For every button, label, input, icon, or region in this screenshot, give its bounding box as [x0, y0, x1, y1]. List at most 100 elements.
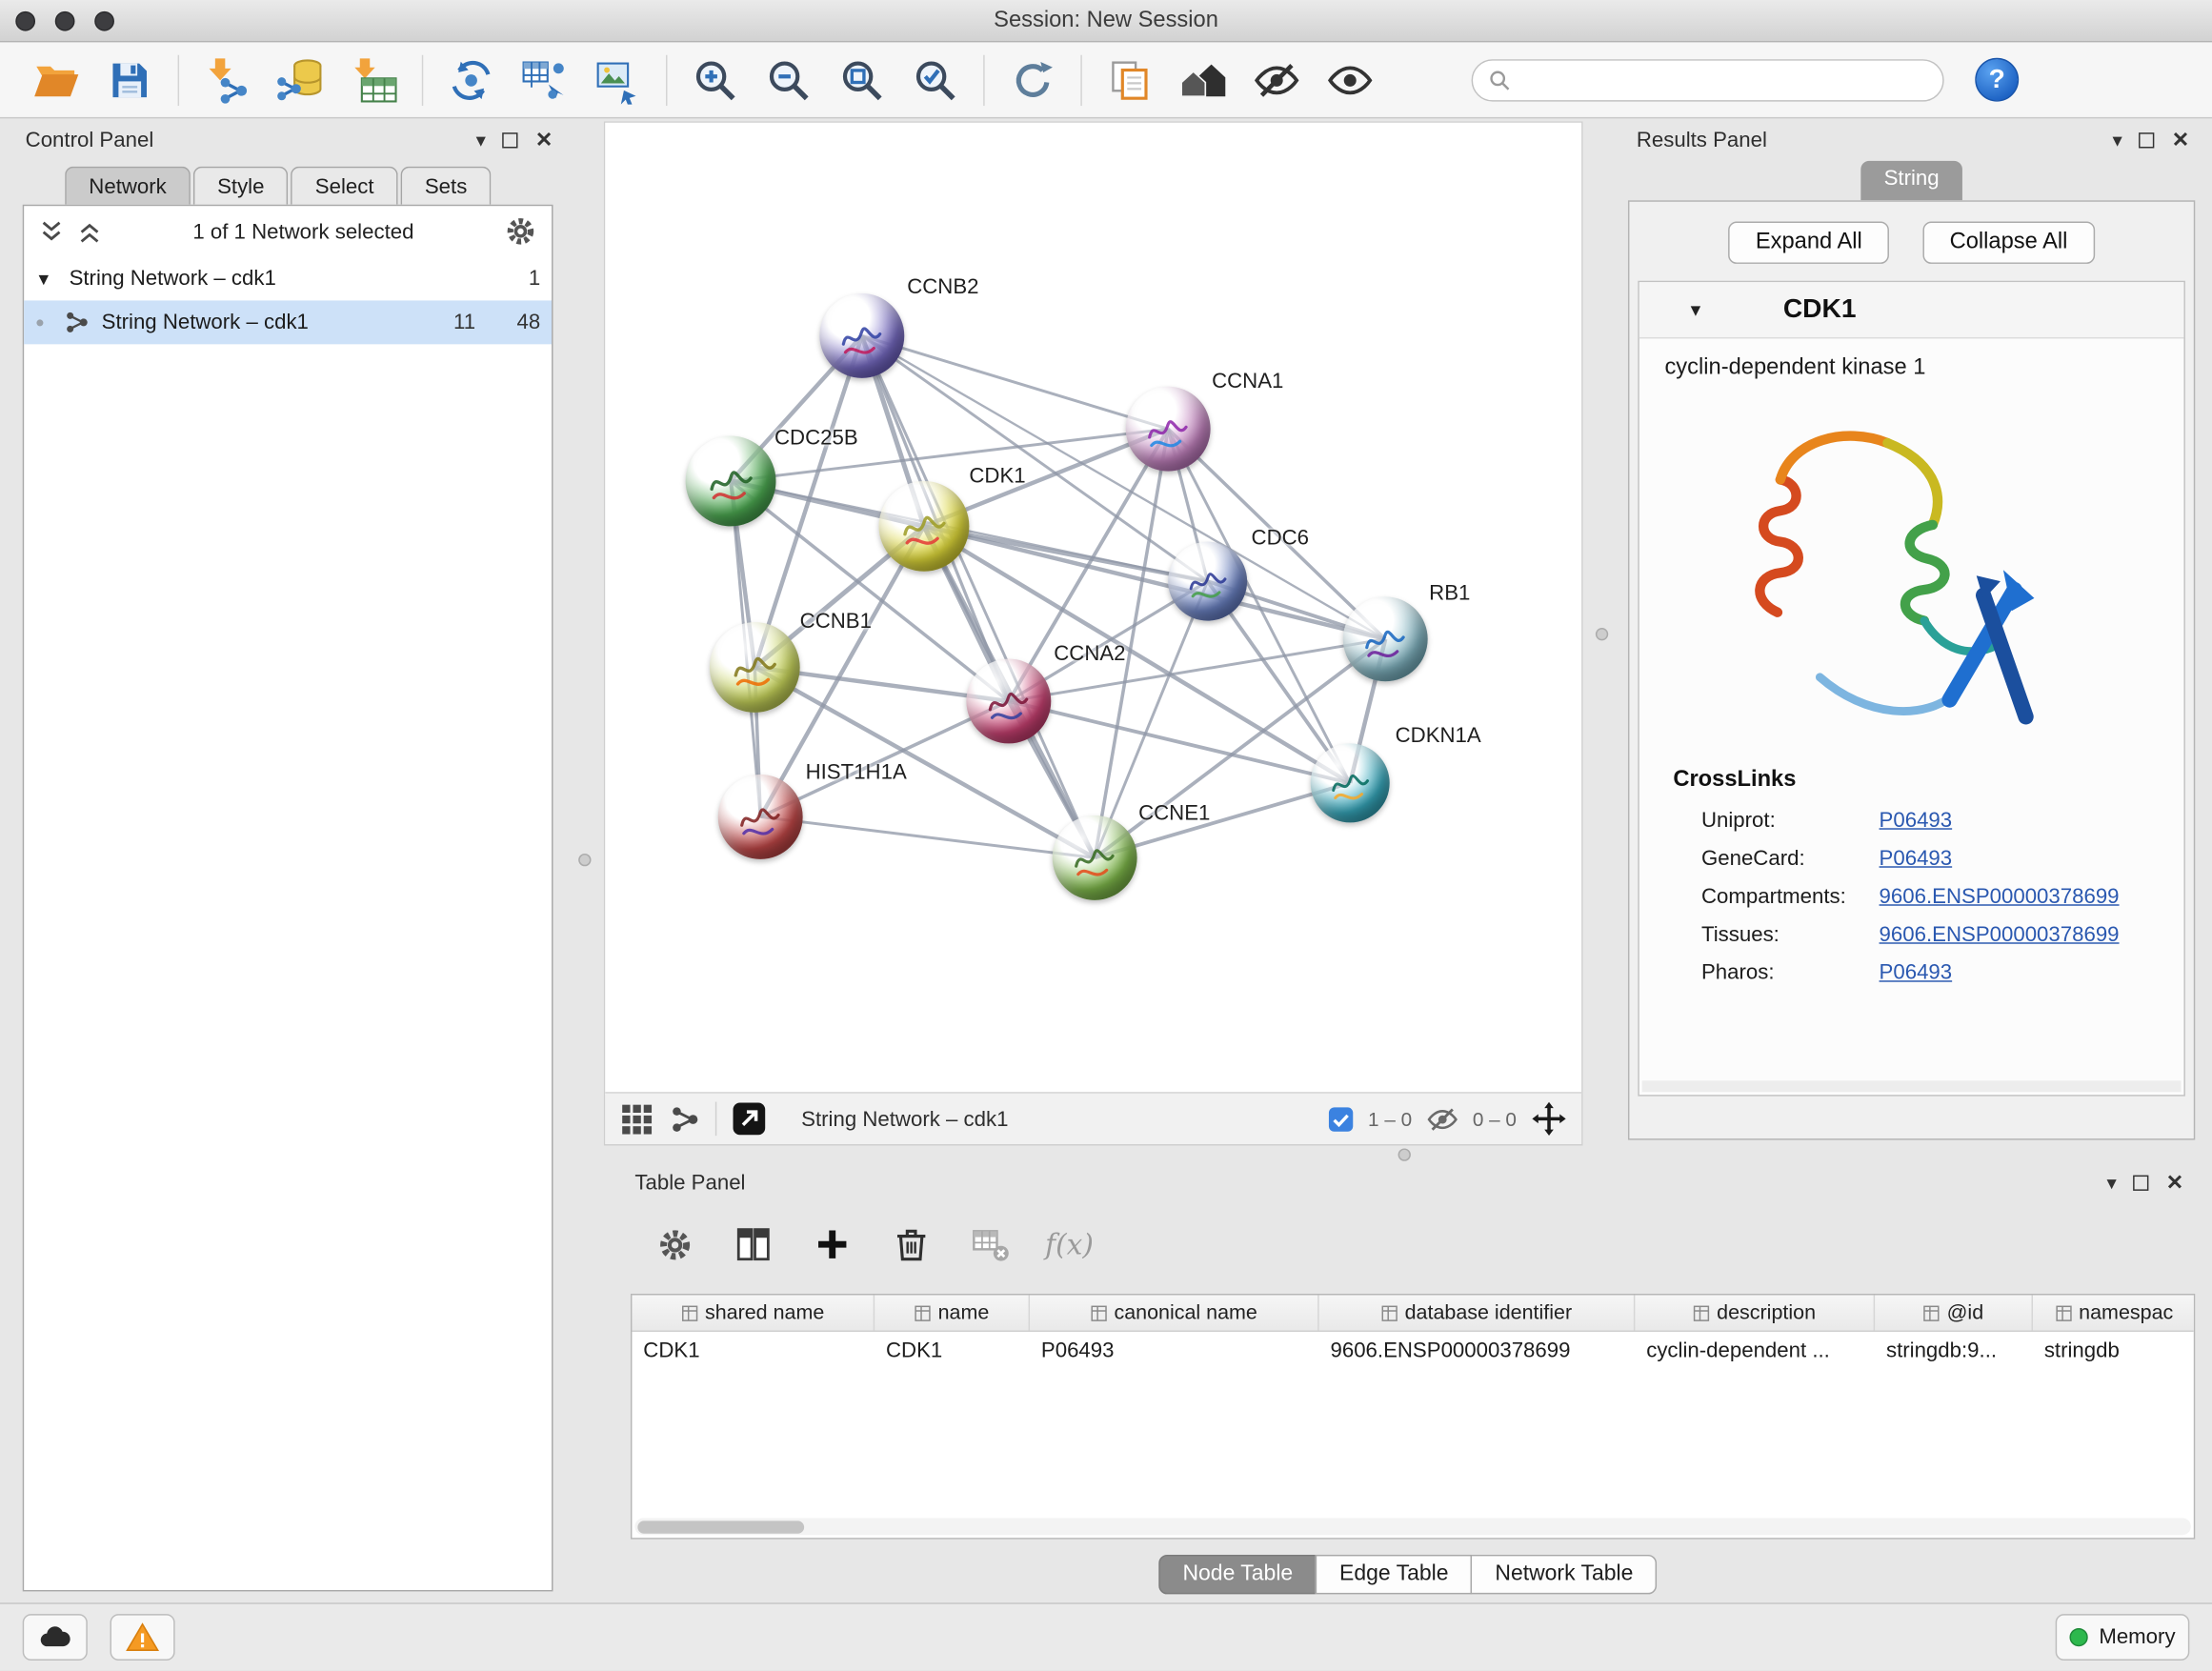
table-cell[interactable]: P06493: [1030, 1339, 1319, 1362]
zoom-selected-icon: [912, 55, 959, 103]
duplicate-document-button[interactable]: [1094, 48, 1167, 112]
apply-layout-button[interactable]: [996, 48, 1070, 112]
column-header-canonical-name[interactable]: canonical name: [1030, 1295, 1319, 1330]
import-network-file-button[interactable]: [191, 48, 264, 112]
table-cell[interactable]: cyclin-dependent ...: [1635, 1339, 1875, 1362]
table-cell[interactable]: CDK1: [875, 1339, 1030, 1362]
open-session-button[interactable]: [20, 48, 93, 112]
collapse-entry-icon[interactable]: ▼: [1687, 300, 1710, 320]
collapse-panel-icon[interactable]: ▾: [476, 130, 486, 150]
network-from-table-button[interactable]: [508, 48, 581, 112]
tab-network-table[interactable]: Network Table: [1471, 1555, 1657, 1594]
crosslink-link-tissues[interactable]: 9606.ENSP00000378699: [1880, 923, 2120, 947]
zoom-out-button[interactable]: [752, 48, 825, 112]
column-header-database-identifier[interactable]: database identifier: [1319, 1295, 1636, 1330]
tab-select[interactable]: Select: [292, 167, 398, 205]
selected-checkbox-icon[interactable]: [1327, 1105, 1354, 1132]
add-column-button[interactable]: [804, 1217, 860, 1273]
delete-table-button[interactable]: [962, 1217, 1018, 1273]
crosslinks-list: Uniprot:P06493GeneCard:P06493Compartment…: [1639, 801, 2184, 992]
birdseye-grid-icon[interactable]: [619, 1101, 654, 1137]
images-off-button[interactable]: [1240, 48, 1314, 112]
close-panel-icon[interactable]: ✕: [2166, 1172, 2184, 1193]
zoom-in-button[interactable]: [678, 48, 752, 112]
vertical-splitter-handle[interactable]: [578, 854, 591, 866]
crosslink-link-compartments[interactable]: 9606.ENSP00000378699: [1880, 885, 2120, 909]
collapse-panel-icon[interactable]: ▾: [2107, 1173, 2117, 1193]
tab-node-table[interactable]: Node Table: [1158, 1555, 1317, 1594]
expand-all-button[interactable]: Expand All: [1729, 222, 1889, 264]
zoom-fit-button[interactable]: [825, 48, 898, 112]
crosslink-link-genecard[interactable]: P06493: [1880, 847, 1953, 871]
column-header-name[interactable]: name: [875, 1295, 1030, 1330]
hidden-eye-off-icon[interactable]: [1426, 1102, 1458, 1135]
vertical-splitter-handle[interactable]: [1596, 628, 1608, 640]
table-cell[interactable]: 9606.ENSP00000378699: [1319, 1339, 1636, 1362]
table-cell[interactable]: stringdb:9...: [1875, 1339, 2033, 1362]
table-cell[interactable]: CDK1: [632, 1339, 875, 1362]
zoom-selected-button[interactable]: [898, 48, 972, 112]
gear-icon[interactable]: [504, 214, 538, 249]
search-input[interactable]: [1520, 68, 1928, 91]
close-panel-icon[interactable]: ✕: [2172, 130, 2190, 151]
pan-move-icon[interactable]: [1531, 1100, 1568, 1137]
tab-network[interactable]: Network: [65, 167, 191, 205]
network-node-ccnb2[interactable]: [819, 293, 904, 378]
tab-sets[interactable]: Sets: [401, 167, 492, 205]
scrollbar-thumb[interactable]: [637, 1520, 804, 1533]
export-network-image-button[interactable]: [581, 48, 654, 112]
network-node-label: CCNB1: [800, 610, 872, 634]
function-builder-button[interactable]: f(x): [1041, 1217, 1097, 1273]
cloud-button[interactable]: [23, 1614, 88, 1661]
network-collection-row[interactable]: ▼ String Network – cdk1 1: [24, 257, 552, 301]
protein-entry-header[interactable]: ▼ CDK1: [1639, 282, 2184, 338]
network-node-cdc6[interactable]: [1168, 542, 1247, 621]
memory-button[interactable]: Memory: [2055, 1614, 2189, 1661]
network-node-hist1h1a[interactable]: [718, 775, 803, 859]
network-node-ccnb1[interactable]: [710, 622, 800, 713]
column-header-id[interactable]: @id: [1875, 1295, 2033, 1330]
network-node-cdc25b[interactable]: [686, 436, 776, 527]
save-session-button[interactable]: [93, 48, 167, 112]
column-header-description[interactable]: description: [1635, 1295, 1875, 1330]
table-cell[interactable]: stringdb: [2033, 1339, 2195, 1362]
network-node-ccna1[interactable]: [1126, 387, 1211, 472]
float-panel-icon[interactable]: [503, 131, 518, 147]
close-panel-icon[interactable]: ✕: [535, 130, 553, 151]
warnings-button[interactable]: [111, 1614, 175, 1661]
column-header-shared-name[interactable]: shared name: [632, 1295, 875, 1330]
open-in-new-icon[interactable]: [731, 1100, 768, 1137]
column-header-namespac[interactable]: namespac: [2033, 1295, 2195, 1330]
results-scrollbar[interactable]: [1642, 1080, 2182, 1092]
expand-all-chevrons-icon[interactable]: [38, 218, 65, 245]
delete-column-button[interactable]: [883, 1217, 939, 1273]
network-node-ccne1[interactable]: [1053, 815, 1137, 900]
help-button[interactable]: ?: [1975, 58, 2019, 102]
tab-string[interactable]: String: [1861, 161, 1961, 200]
share-network-icon[interactable]: [669, 1102, 701, 1135]
tab-style[interactable]: Style: [193, 167, 289, 205]
collapse-panel-icon[interactable]: ▾: [2112, 130, 2122, 150]
network-row[interactable]: ● String Network – cdk1 11 48: [24, 300, 552, 344]
import-network-database-button[interactable]: [264, 48, 337, 112]
table-settings-button[interactable]: [646, 1217, 702, 1273]
tree-expand-icon[interactable]: ▼: [35, 269, 58, 289]
tab-edge-table[interactable]: Edge Table: [1316, 1555, 1473, 1594]
images-on-button[interactable]: [1314, 48, 1387, 112]
new-network-button[interactable]: [434, 48, 508, 112]
horizontal-splitter-handle[interactable]: [1398, 1148, 1411, 1160]
collapse-all-button[interactable]: Collapse All: [1922, 222, 2094, 264]
float-panel-icon[interactable]: [2140, 131, 2155, 147]
float-panel-icon[interactable]: [2134, 1175, 2149, 1190]
show-columns-button[interactable]: [725, 1217, 781, 1273]
collapse-all-chevrons-icon[interactable]: [76, 218, 103, 245]
network-node-rb1[interactable]: [1343, 596, 1428, 681]
network-node-ccna2[interactable]: [966, 659, 1051, 744]
home-button[interactable]: [1167, 48, 1240, 112]
crosslink-link-uniprot[interactable]: P06493: [1880, 809, 1953, 833]
import-table-file-button[interactable]: [337, 48, 411, 112]
crosslink-link-pharos[interactable]: P06493: [1880, 960, 1953, 984]
network-canvas[interactable]: CCNB2CCNA1CDC25BCDK1CDC6RB1CCNB1CCNA2CDK…: [605, 123, 1581, 1095]
network-node-cdk1[interactable]: [879, 481, 970, 572]
network-node-cdkn1a[interactable]: [1311, 743, 1390, 822]
